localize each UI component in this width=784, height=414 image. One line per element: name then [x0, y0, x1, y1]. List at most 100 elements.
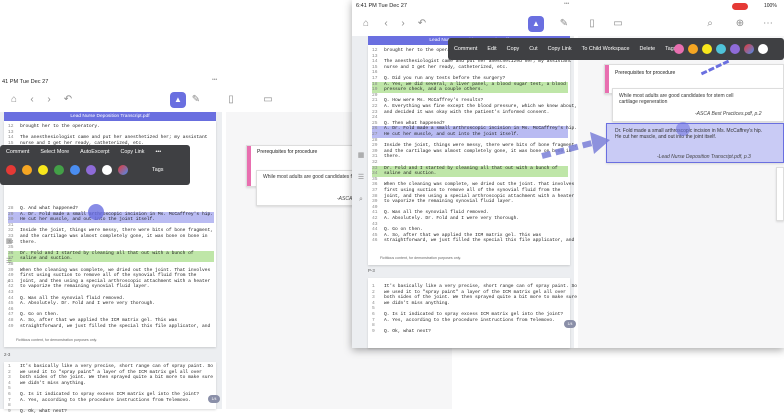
yellow-swatch[interactable]: [702, 44, 712, 54]
footer-note: Fictitious content, for demonstration pu…: [16, 338, 98, 342]
line-number: 49: [8, 323, 14, 329]
page-label: P-3: [368, 268, 375, 273]
menu-item-[interactable]: •••: [156, 149, 162, 155]
menu-item-edit[interactable]: Edit: [487, 46, 496, 52]
menu-item-select-more[interactable]: Select More: [40, 149, 69, 155]
text-block-mid[interactable]: 28 Q. And what happened? 29 A. Dr. Fold mad…: [8, 206, 214, 331]
more-icon[interactable]: ⋯: [762, 18, 774, 30]
text-block-bottom[interactable]: 1 It's basically like a very precise, sho…: [372, 284, 577, 344]
select-tool-icon[interactable]: ▲: [528, 16, 544, 32]
menu-item-cut[interactable]: Cut: [529, 46, 537, 52]
side-toolbar: ▦ ☰ ⌕: [3, 236, 13, 316]
eraser-icon[interactable]: ▭: [612, 18, 624, 30]
document-viewer: Lead Nurse Deposition Transcript.pdf 12b…: [0, 112, 222, 414]
orange-swatch[interactable]: [22, 165, 32, 175]
home-icon[interactable]: ⌂: [360, 18, 372, 30]
line-text: straightforward, we just filled the spec…: [384, 238, 575, 244]
forward-icon[interactable]: ›: [43, 94, 55, 106]
outline-icon[interactable]: ☰: [355, 172, 367, 184]
red-swatch[interactable]: [6, 165, 16, 175]
bookmark-icon[interactable]: ▦: [3, 236, 15, 248]
drag-arrow-icon: [541, 132, 610, 159]
side-toolbar: ▦ ☰ ⌕: [355, 150, 365, 240]
undo-icon[interactable]: ↶: [62, 94, 74, 106]
menu-item-copy-link[interactable]: Copy Link: [548, 46, 572, 52]
text-block-bottom[interactable]: 1 It's basically like a very precise, sho…: [8, 364, 214, 414]
page-2: 1 It's basically like a very precise, sho…: [368, 278, 577, 348]
purple-swatch[interactable]: [86, 165, 96, 175]
yellow-swatch[interactable]: [38, 165, 48, 175]
select-tool-icon[interactable]: ▲: [170, 92, 186, 108]
back-icon[interactable]: ‹: [380, 18, 392, 30]
card-body: Dr. Fold made a small arthroscopic incis…: [615, 128, 763, 140]
transcript-line[interactable]: 49 straightforward, we just filled the sp…: [8, 324, 214, 330]
status-dots: •••: [564, 1, 570, 7]
highlighter-icon[interactable]: ▯: [225, 94, 237, 106]
card-title: Prerequisites for procedure: [257, 149, 318, 155]
line-number: 9: [8, 408, 11, 414]
no-color-swatch[interactable]: [758, 44, 768, 54]
orange-swatch[interactable]: [688, 44, 698, 54]
add-icon[interactable]: ⊕: [734, 18, 746, 30]
search-icon[interactable]: ⌕: [704, 18, 716, 30]
gradient-swatch[interactable]: [118, 165, 128, 175]
recording-badge: [732, 3, 748, 10]
selection-menu: Comment Edit Copy Cut Copy Link To Child Work…: [454, 46, 676, 52]
eraser-icon[interactable]: ▭: [262, 94, 274, 106]
search-panel-icon[interactable]: ⌕: [3, 276, 15, 288]
workspace-touch: [676, 122, 690, 136]
page-2: 1 It's basically like a very precise, sho…: [4, 362, 216, 414]
teal-swatch[interactable]: [716, 44, 726, 54]
page-label: 2-3: [4, 352, 11, 357]
green-swatch[interactable]: [54, 165, 64, 175]
color-row: [674, 44, 768, 54]
selection-toolbar: Comment Edit Copy Cut Copy Link To Child Work…: [448, 38, 784, 60]
scroll-indicator[interactable]: 1/4: [564, 320, 576, 328]
text-block[interactable]: 12 brought her to the operatory. 13 14 The a…: [372, 48, 577, 253]
note-card[interactable]: While most adults are good candidates fo…: [612, 88, 784, 122]
blue-swatch[interactable]: [70, 165, 80, 175]
transcript-line[interactable]: 9 Q. Ok, what next?: [8, 409, 214, 414]
undo-icon[interactable]: ↶: [416, 18, 428, 30]
line-text: straightforward, we just filled the spec…: [20, 323, 211, 329]
highlighter-icon[interactable]: ▯: [586, 18, 598, 30]
menu-item-autoexcerpt[interactable]: AutoExcerpt: [80, 149, 109, 155]
card-title: Prerequisites for procedure: [615, 70, 676, 76]
outline-icon[interactable]: ☰: [3, 256, 15, 268]
pen-icon[interactable]: ✎: [558, 18, 570, 30]
pen-icon[interactable]: ✎: [190, 94, 202, 106]
new-excerpt-card[interactable]: Dr. Fold made a small arthroscopic incis…: [606, 123, 784, 163]
bookmark-icon[interactable]: ▦: [355, 150, 367, 162]
menu-item-copy-link[interactable]: Copy Link: [121, 149, 145, 155]
tags-button[interactable]: Tags: [152, 167, 163, 173]
menu-item-delete[interactable]: Delete: [639, 46, 655, 52]
no-color-swatch[interactable]: [102, 165, 112, 175]
doc-title: Lead Nurse Deposition Transcript.pdf: [70, 114, 150, 119]
touch-indicator: [88, 204, 104, 220]
search-panel-icon[interactable]: ⌕: [355, 194, 367, 206]
home-icon[interactable]: ⌂: [8, 94, 20, 106]
transcript-line[interactable]: 9 Q. Ok, what next?: [372, 329, 568, 335]
scroll-indicator[interactable]: 1/4: [208, 395, 220, 403]
card-accent: [247, 146, 251, 186]
line-number: 46: [372, 238, 378, 244]
menu-item-comment[interactable]: Comment: [6, 149, 29, 155]
purple-swatch[interactable]: [730, 44, 740, 54]
transcript-line[interactable]: 46 straightforward, we just filled the sp…: [372, 238, 574, 244]
status-time: 41 PM Tue Dec 27: [2, 79, 49, 85]
line-text: Q. Ok, what next?: [20, 408, 67, 414]
forward-icon[interactable]: ›: [397, 18, 409, 30]
menu-item-to-child-workspace[interactable]: To Child Workspace: [582, 46, 630, 52]
card-source: -Lead Nurse Deposition Transcript.pdf, p…: [657, 154, 751, 160]
back-icon[interactable]: ‹: [26, 94, 38, 106]
battery-label: 100%: [764, 3, 777, 9]
menu-item-comment[interactable]: Comment: [454, 46, 477, 52]
status-time: 6:41 PM Tue Dec 27: [356, 3, 407, 9]
menu-item-copy[interactable]: Copy: [507, 46, 520, 52]
color-row: Tags: [6, 165, 163, 175]
card-body: While most adults are good candidates fo…: [619, 93, 734, 105]
footer-note: Fictitious content, for demonstration pu…: [380, 256, 462, 260]
red-swatch[interactable]: [674, 44, 684, 54]
side-card[interactable]: [776, 167, 784, 221]
gradient-swatch[interactable]: [744, 44, 754, 54]
